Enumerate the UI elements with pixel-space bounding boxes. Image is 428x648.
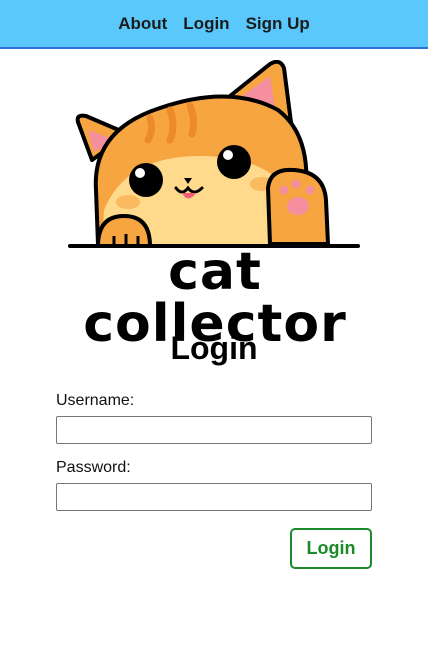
password-input[interactable]: [56, 483, 372, 511]
cat-mascot-illustration: [68, 59, 360, 248]
password-label: Password:: [56, 459, 131, 476]
cat-collector-logo: cat collector: [30, 59, 400, 350]
nav-link-about[interactable]: About: [118, 14, 167, 34]
username-input[interactable]: [56, 416, 372, 444]
login-button[interactable]: Login: [290, 528, 372, 569]
username-label: Username:: [56, 392, 135, 409]
nav-link-signup[interactable]: Sign Up: [246, 14, 310, 34]
top-navbar: About Login Sign Up: [0, 0, 428, 49]
nav-link-login[interactable]: Login: [183, 14, 229, 34]
page-title: Login: [170, 330, 258, 366]
